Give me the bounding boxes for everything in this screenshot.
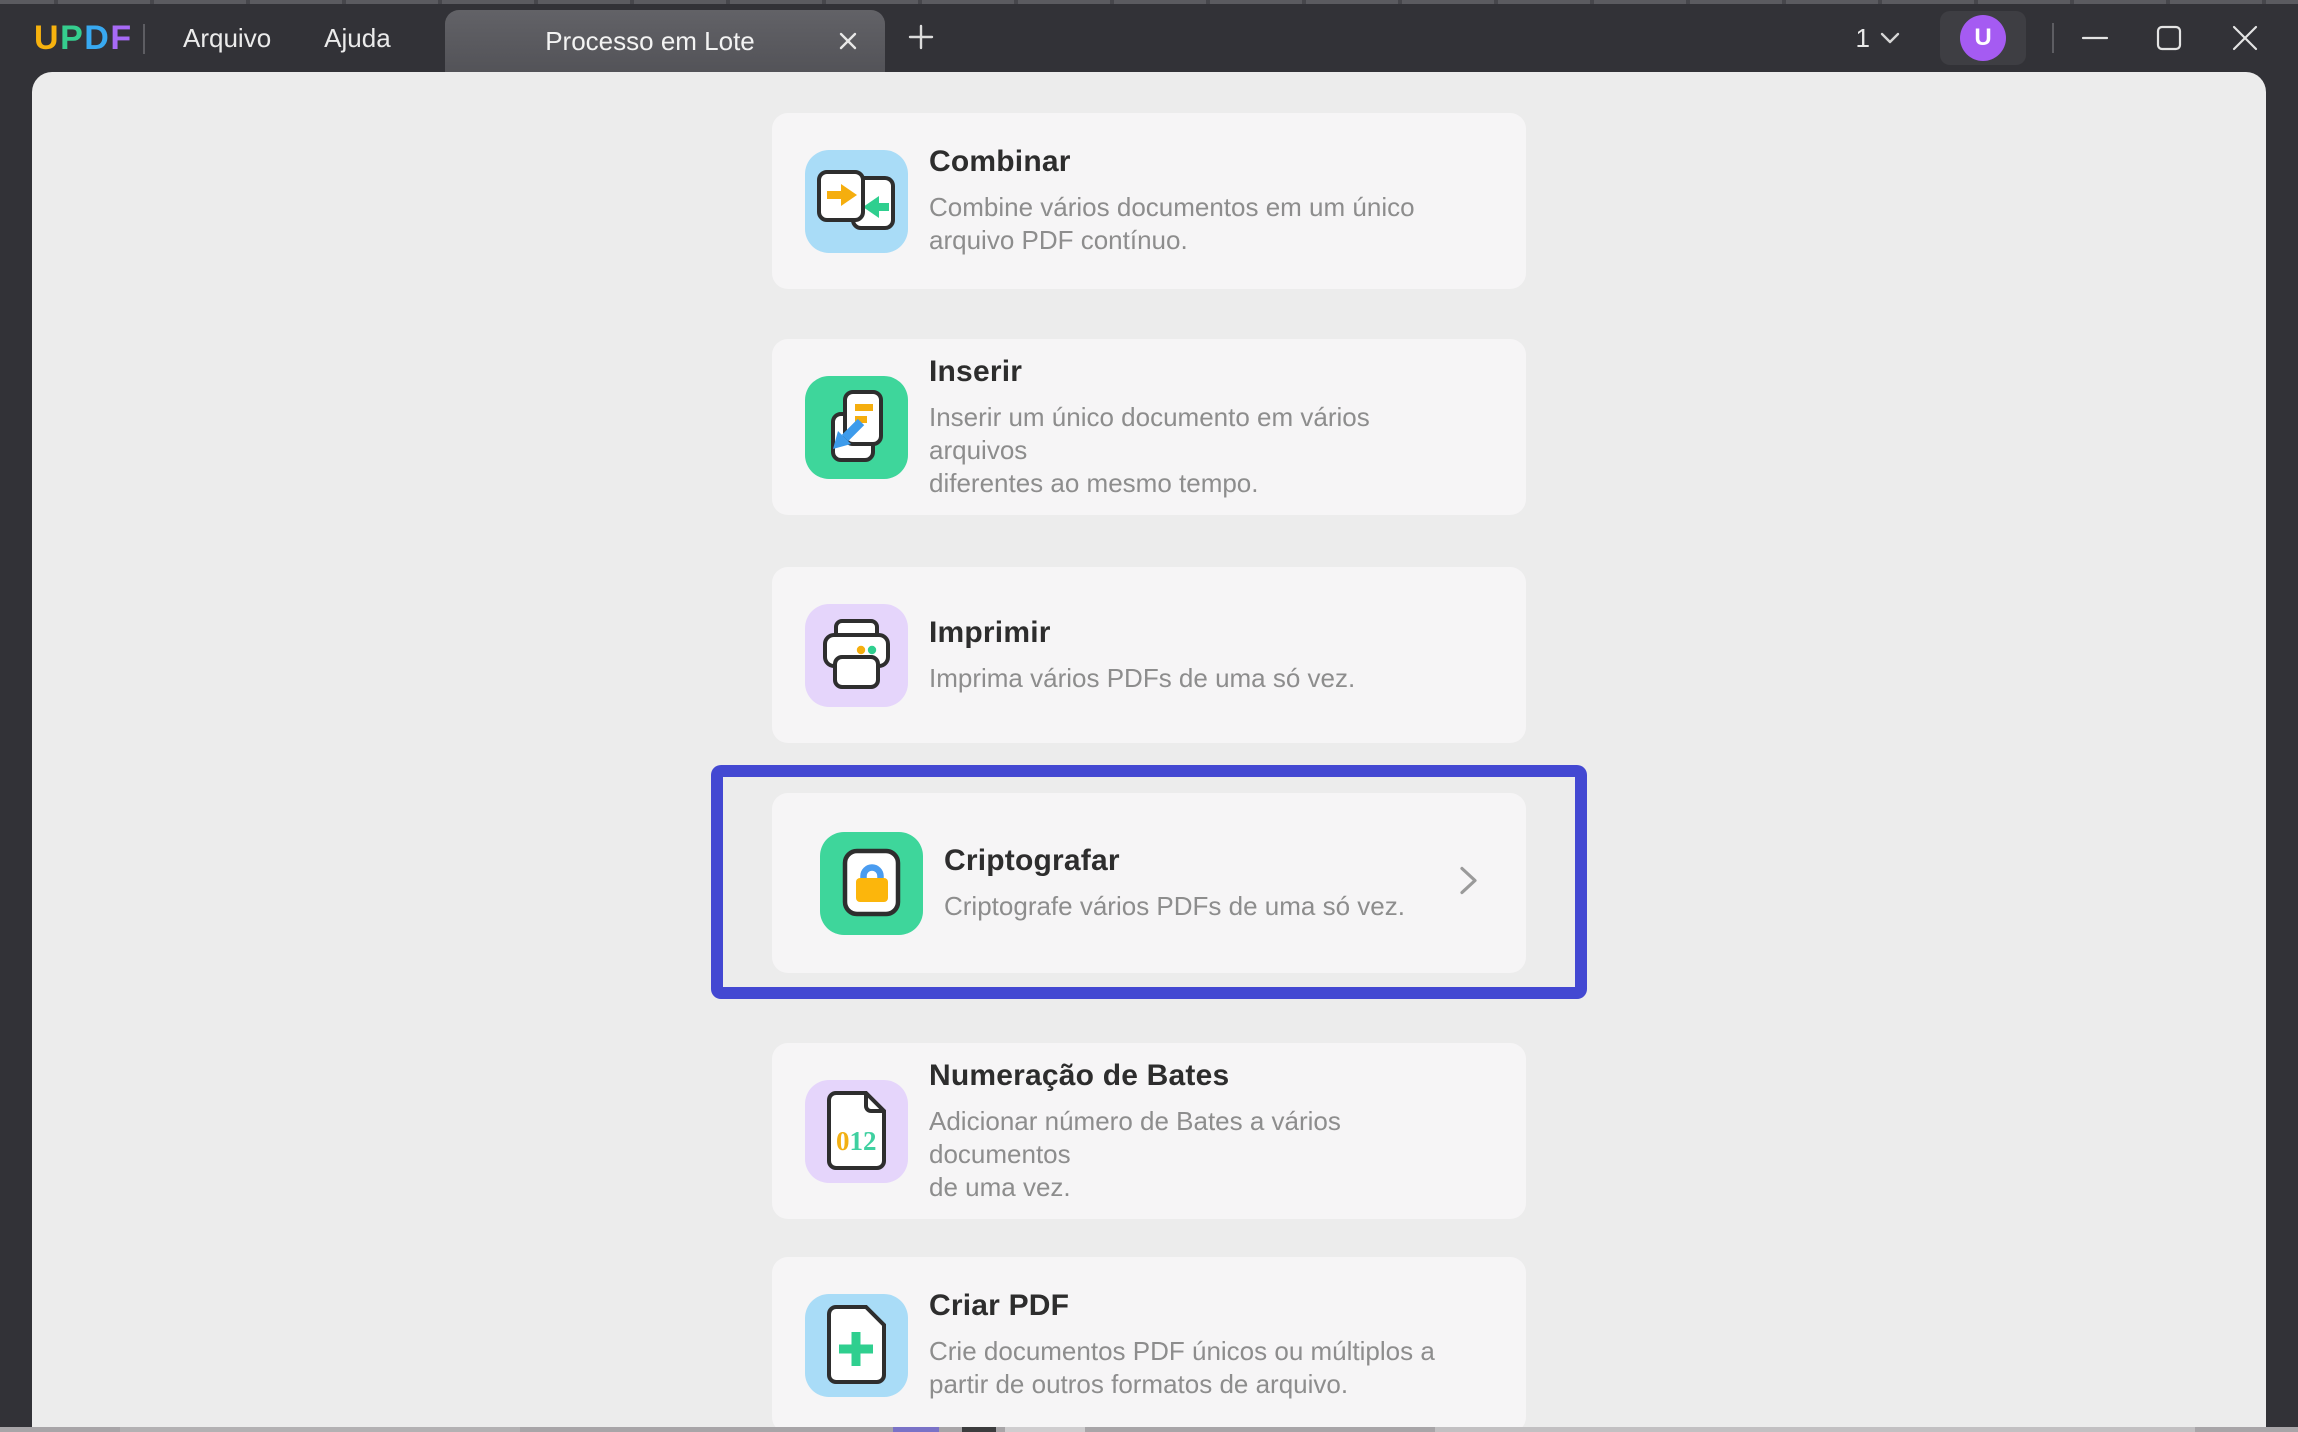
batch-option-bates[interactable]: 012 Numeração de Bates Adicionar número … (772, 1043, 1526, 1219)
card-text: Inserir Inserir um único documento em vá… (929, 355, 1526, 500)
create-pdf-tile (805, 1294, 908, 1397)
option-title: Combinar (929, 145, 1415, 179)
taskbar-edge (0, 1427, 2298, 1432)
option-title: Inserir (929, 355, 1436, 389)
option-description: Criptografe vários PDFs de uma só vez. (944, 890, 1405, 923)
option-title: Imprimir (929, 616, 1355, 650)
card-text: Imprimir Imprima vários PDFs de uma só v… (929, 616, 1445, 695)
taskbar-segment (962, 1427, 996, 1432)
taskbar-segment (893, 1427, 939, 1432)
batch-options-list: Combinar Combine vários documentos em um… (699, 113, 1599, 1432)
card-text: Numeração de Bates Adicionar número de B… (929, 1059, 1526, 1204)
insert-document-icon (805, 376, 908, 479)
chevron-down-icon (1880, 32, 1900, 44)
bates-number-tile: 012 (805, 1080, 908, 1183)
option-description: Combine vários documentos em um único ar… (929, 191, 1415, 257)
batch-process-panel: Combinar Combine vários documentos em um… (32, 72, 2266, 1432)
menu-arquivo[interactable]: Arquivo (183, 23, 271, 54)
chevron-right-icon (1456, 861, 1480, 906)
updf-logo: UPDF (34, 4, 133, 72)
option-title: Criar PDF (929, 1289, 1435, 1323)
batch-option-create[interactable]: Criar PDF Crie documentos PDF únicos ou … (772, 1257, 1526, 1432)
insert-document-tile (805, 376, 908, 479)
highlight-annotation: Criptografar Criptografe vários PDFs de … (711, 765, 1587, 999)
menubar: Arquivo Ajuda (183, 4, 391, 72)
maximize-button[interactable] (2154, 23, 2184, 53)
menu-ajuda[interactable]: Ajuda (324, 23, 391, 54)
lock-tile (820, 832, 923, 935)
maximize-icon (2155, 24, 2183, 52)
option-description: Imprima vários PDFs de uma só vez. (929, 662, 1355, 695)
titlebar-divider (143, 24, 145, 54)
tab-processo-em-lote[interactable]: Processo em Lote (445, 10, 885, 72)
combine-documents-tile (805, 150, 908, 253)
option-description: Inserir um único documento em vários arq… (929, 401, 1436, 500)
minimize-button[interactable] (2080, 23, 2110, 53)
logo-letter: F (110, 19, 132, 58)
page-count-value: 1 (1856, 23, 1870, 54)
account-button[interactable]: U (1940, 11, 2026, 65)
close-icon (837, 30, 859, 52)
taskbar-segment (1005, 1427, 1085, 1432)
logo-letter: D (84, 19, 110, 58)
card-text: Criar PDF Crie documentos PDF únicos ou … (929, 1289, 1525, 1401)
combine-documents-icon (805, 150, 908, 253)
taskbar-segment (120, 1427, 520, 1432)
tab-title: Processo em Lote (545, 26, 755, 57)
printer-icon (805, 604, 908, 707)
avatar: U (1960, 15, 2006, 61)
option-title: Numeração de Bates (929, 1059, 1436, 1093)
window-close-button[interactable] (2230, 23, 2260, 53)
lock-icon (820, 832, 923, 935)
titlebar-right-cluster: 1 U (1856, 4, 2298, 72)
batch-option-combine[interactable]: Combinar Combine vários documentos em um… (772, 113, 1526, 289)
titlebar-divider (2052, 23, 2054, 53)
bates-number-icon: 012 (805, 1080, 908, 1183)
logo-letter: P (60, 19, 84, 58)
svg-text:012: 012 (836, 1126, 877, 1156)
taskbar-segment (1435, 1427, 2195, 1432)
batch-option-print[interactable]: Imprimir Imprima vários PDFs de uma só v… (772, 567, 1526, 743)
batch-option-encrypt[interactable]: Criptografar Criptografe vários PDFs de … (772, 793, 1526, 973)
close-icon (2230, 23, 2260, 53)
titlebar: UPDF Arquivo Ajuda Processo em Lote 1 U (0, 0, 2298, 72)
printer-tile (805, 604, 908, 707)
minimize-icon (2080, 23, 2110, 53)
option-title: Criptografar (944, 844, 1405, 878)
screen-edge-artifact (0, 0, 2298, 4)
card-text: Combinar Combine vários documentos em um… (929, 145, 1505, 257)
new-tab-button[interactable] (906, 22, 936, 52)
logo-letter: U (34, 19, 60, 58)
option-description: Crie documentos PDF únicos ou múltiplos … (929, 1335, 1435, 1401)
page-count-dropdown[interactable]: 1 (1856, 23, 1900, 54)
card-text: Criptografar Criptografe vários PDFs de … (944, 844, 1495, 923)
batch-option-insert[interactable]: Inserir Inserir um único documento em vá… (772, 339, 1526, 515)
option-description: Adicionar número de Bates a vários docum… (929, 1105, 1436, 1204)
tab-close-button[interactable] (831, 24, 865, 58)
create-pdf-icon (805, 1294, 908, 1397)
plus-icon (907, 23, 935, 51)
